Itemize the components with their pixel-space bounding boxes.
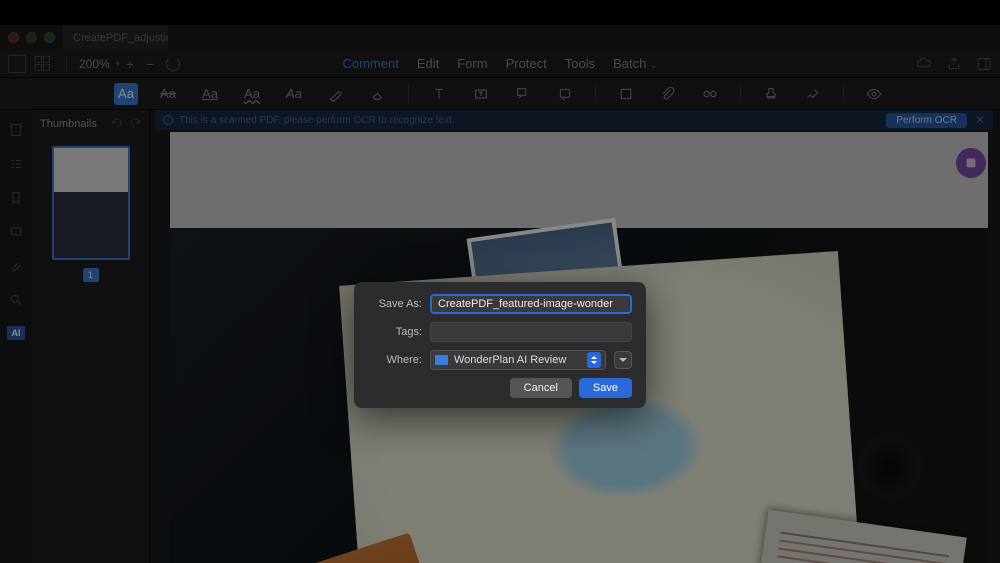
where-dropdown[interactable]: WonderPlan AI Review [430, 350, 606, 370]
dropdown-caret-icon [587, 352, 601, 368]
save-button[interactable]: Save [579, 378, 632, 398]
tags-input[interactable] [430, 322, 632, 342]
save-as-input[interactable] [430, 294, 632, 314]
where-value: WonderPlan AI Review [454, 354, 587, 366]
expand-dialog-button[interactable] [614, 351, 632, 369]
cancel-button[interactable]: Cancel [510, 378, 572, 398]
folder-icon [435, 355, 448, 365]
save-dialog: Save As: Tags: Where: WonderPlan AI Revi… [354, 282, 646, 408]
where-label: Where: [368, 354, 422, 366]
save-as-label: Save As: [368, 298, 422, 310]
tags-label: Tags: [368, 326, 422, 338]
